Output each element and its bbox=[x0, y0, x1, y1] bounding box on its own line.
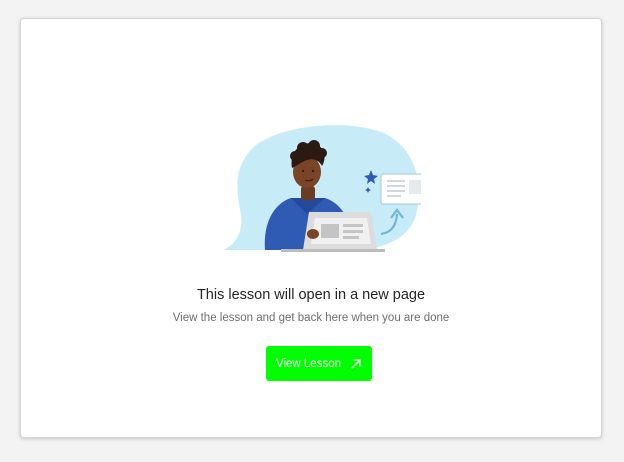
lesson-title: This lesson will open in a new page bbox=[196, 287, 426, 303]
lesson-card: This lesson will open in a new page View… bbox=[20, 18, 602, 438]
person-at-laptop-illustration bbox=[223, 125, 421, 252]
view-lesson-button[interactable]: View Lesson bbox=[266, 346, 372, 381]
external-link-arrow-icon bbox=[350, 358, 362, 370]
view-lesson-button-label: View Lesson bbox=[276, 357, 341, 370]
lesson-subtitle: View the lesson and get back here when y… bbox=[172, 312, 450, 324]
